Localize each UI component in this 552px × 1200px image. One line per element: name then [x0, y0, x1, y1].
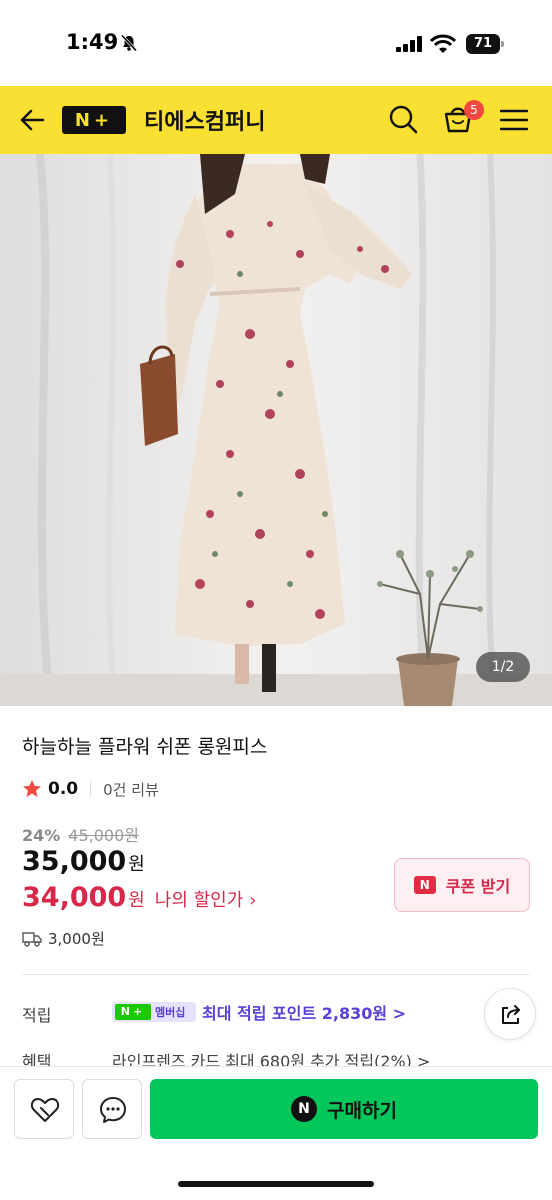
signal-icon [396, 36, 422, 52]
coupon-button-label: 쿠폰 받기 [445, 877, 511, 896]
home-indicator[interactable] [178, 1181, 374, 1187]
my-price-label: 나의 할인가 [154, 890, 244, 911]
status-bar: 1:49 71 [0, 0, 552, 86]
my-discount-price: 34,000 [22, 882, 127, 913]
buy-button-label: 구매하기 [327, 1099, 397, 1122]
search-icon[interactable] [388, 104, 418, 134]
wishlist-button[interactable] [14, 1079, 74, 1139]
menu-icon[interactable] [500, 108, 528, 132]
wishlist-icon [30, 1098, 60, 1122]
review-count: 0건 리뷰 [103, 780, 159, 799]
store-name[interactable]: 티에스컴퍼니 [144, 104, 265, 136]
bottom-action-bar: N 구매하기 [0, 1066, 552, 1200]
rating-row[interactable]: 0.0 0건 리뷰 [22, 778, 159, 800]
section-divider [22, 974, 530, 975]
buy-button[interactable]: N 구매하기 [150, 1079, 538, 1139]
nplus-logo[interactable]: N+ [62, 106, 126, 134]
truck-icon [22, 931, 42, 947]
talk-button[interactable] [82, 1079, 142, 1139]
bell-off-icon [120, 34, 138, 52]
status-time: 1:49 [66, 30, 119, 54]
price-row: 35,000 원 [22, 846, 145, 877]
max-points-link[interactable]: 최대 적립 포인트 2,830원 > [202, 1000, 406, 1024]
points-label: 적립 [22, 1006, 52, 1025]
product-image[interactable]: 1/2 [0, 154, 552, 706]
discount-rate: 24% [22, 826, 61, 845]
image-page-indicator: 1/2 [476, 652, 530, 682]
app-header: N+ 티에스컴퍼니 [0, 86, 552, 154]
product-photo [0, 154, 552, 706]
battery-icon: 71 [466, 34, 504, 54]
original-price: 45,000원 [68, 826, 140, 845]
membership-text: 멤버십 [155, 1006, 186, 1019]
back-arrow-icon[interactable] [18, 106, 46, 134]
star-icon [23, 780, 41, 797]
nplus-mini-logo: N+ [115, 1004, 151, 1020]
my-price-unit: 원 [128, 890, 145, 911]
coupon-n-badge: N [413, 876, 436, 894]
naverpay-n-icon: N [291, 1096, 318, 1122]
share-icon [502, 1005, 520, 1024]
membership-badge: N+ 멤버십 [112, 1002, 196, 1022]
rating-divider [90, 781, 92, 797]
rating-value: 0.0 [48, 779, 79, 799]
sale-price-unit: 원 [128, 854, 145, 875]
coupon-button[interactable]: N 쿠폰 받기 [394, 858, 530, 912]
shipping-fee: 3,000원 [48, 930, 105, 948]
battery-level: 71 [466, 34, 500, 54]
cart-count-badge: 5 [464, 100, 484, 120]
shipping-row: 3,000원 [22, 928, 105, 949]
sale-price: 35,000 [22, 846, 127, 877]
battery-cap [501, 41, 504, 47]
my-price-row[interactable]: 34,000 원 나의 할인가 › [22, 882, 257, 913]
discount-row: 24% 45,000원 [22, 822, 139, 846]
chevron-right-icon: › [249, 890, 257, 911]
product-title: 하늘하늘 플라워 쉬폰 롱원피스 [22, 736, 268, 758]
chat-icon [100, 1097, 126, 1123]
share-button[interactable] [484, 988, 536, 1040]
wifi-icon [430, 34, 456, 53]
